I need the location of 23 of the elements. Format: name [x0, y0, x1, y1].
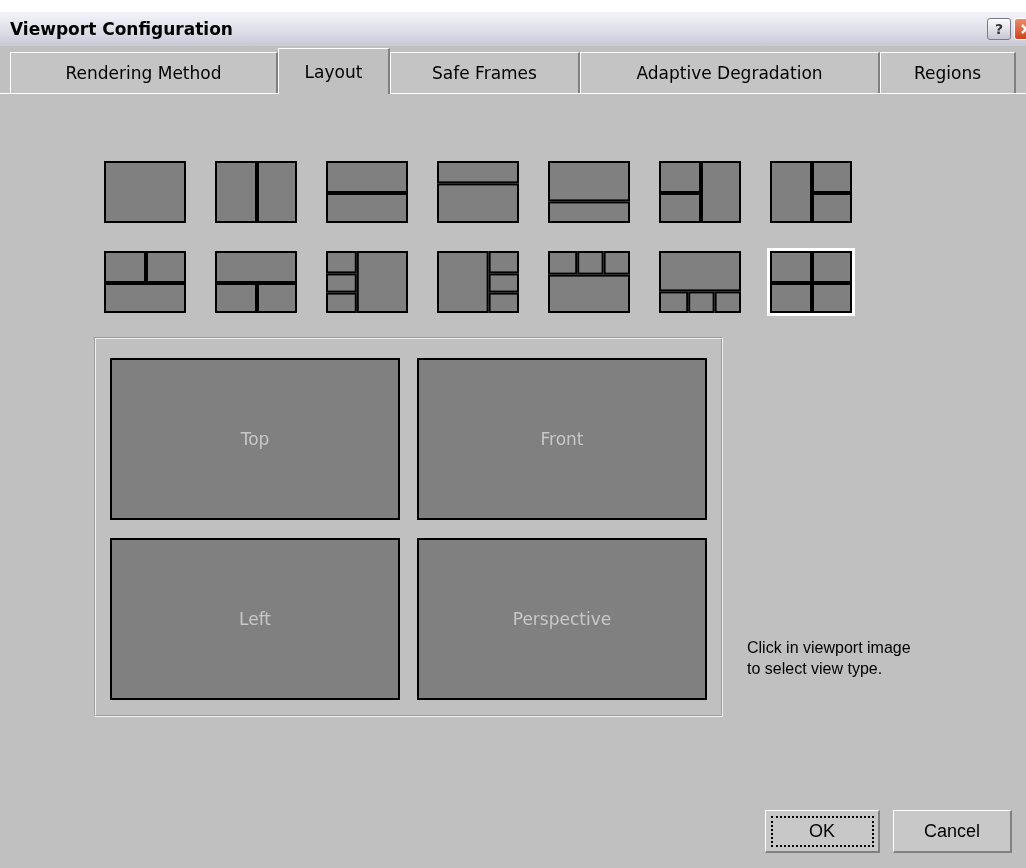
- layout-button[interactable]: [101, 248, 189, 316]
- layout-button[interactable]: [434, 158, 522, 226]
- hint-text: Click in viewport image to select view type.: [747, 638, 912, 679]
- layout-button[interactable]: [767, 158, 855, 226]
- layout-button[interactable]: [212, 158, 300, 226]
- tab[interactable]: Adaptive Degradation: [580, 52, 880, 93]
- tab[interactable]: Safe Frames: [390, 52, 580, 93]
- layout-button[interactable]: [656, 158, 744, 226]
- layout-button[interactable]: [212, 248, 300, 316]
- layout-button[interactable]: [545, 248, 633, 316]
- layout-button[interactable]: [434, 248, 522, 316]
- help-button[interactable]: ?: [987, 18, 1011, 40]
- layout-button[interactable]: [323, 158, 411, 226]
- dialog-button[interactable]: Cancel: [893, 810, 1012, 853]
- tab[interactable]: Layout: [278, 48, 390, 94]
- window-title: Viewport Configuration: [10, 19, 233, 39]
- layout-button[interactable]: [323, 248, 411, 316]
- layout-button[interactable]: [545, 158, 633, 226]
- layout-button[interactable]: [656, 248, 744, 316]
- dialog-button[interactable]: OK: [765, 810, 880, 853]
- tab[interactable]: Rendering Method: [10, 52, 278, 93]
- layout-button[interactable]: [101, 158, 189, 226]
- tab[interactable]: Regions: [880, 52, 1016, 93]
